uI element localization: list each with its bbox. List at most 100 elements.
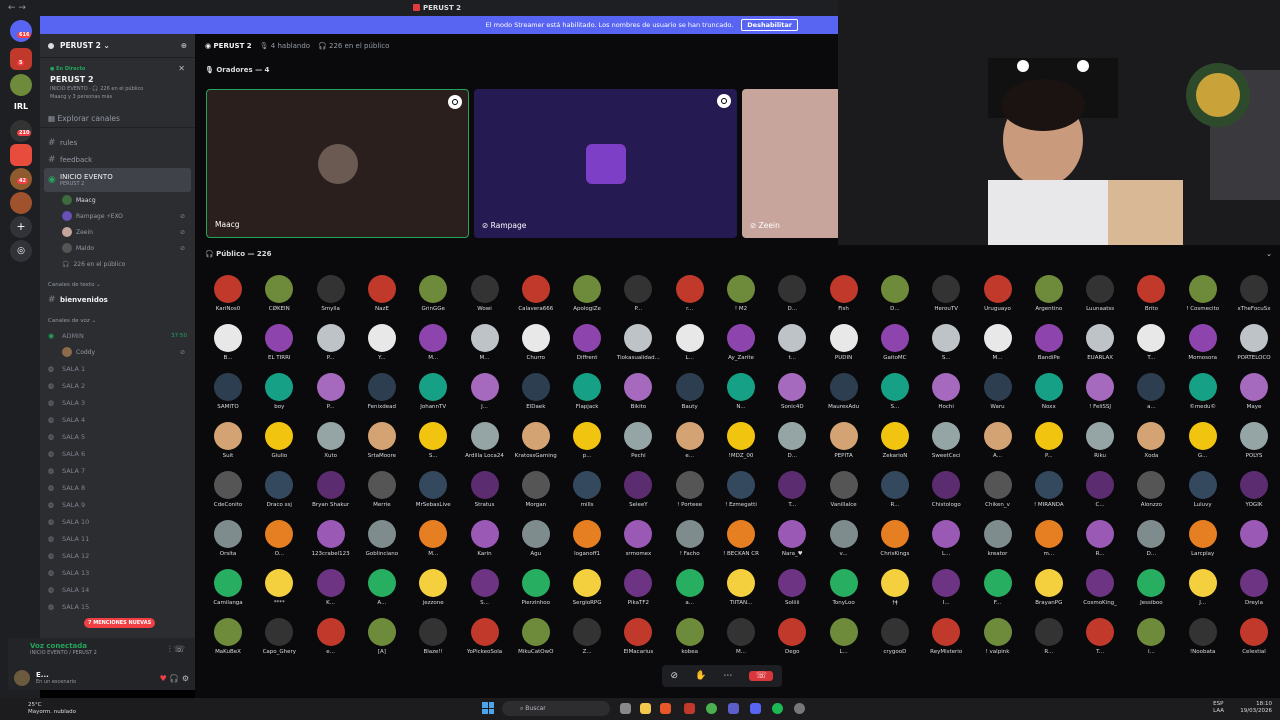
voice-channel-sala[interactable]: ◍ SALA 6	[40, 445, 195, 462]
audience-member[interactable]: Fish	[819, 275, 869, 312]
audience-member[interactable]: m...	[1024, 520, 1074, 557]
text-category[interactable]: Canales de texto ⌄	[40, 272, 195, 291]
audience-member[interactable]: N...	[716, 373, 766, 410]
brave-icon[interactable]	[660, 703, 671, 714]
audience-member[interactable]: Noxx	[1024, 373, 1074, 410]
speaker-tile[interactable]: Maacg	[206, 89, 469, 238]
audience-member[interactable]: ChrisKings	[870, 520, 920, 557]
language-indicator[interactable]: ESP LAA	[1213, 701, 1224, 715]
leave-icon[interactable]: ☏	[749, 671, 774, 681]
pin-icon[interactable]	[717, 94, 731, 108]
audience-member[interactable]: JohannTV	[408, 373, 458, 410]
audience-member[interactable]: J...	[1178, 569, 1228, 606]
audience-member[interactable]: PikaTF2	[613, 569, 663, 606]
audience-member[interactable]: e...	[665, 422, 715, 459]
audience-member[interactable]: SergioRPG	[562, 569, 612, 606]
pin-icon[interactable]	[448, 95, 462, 109]
audience-member[interactable]: ! Facho	[665, 520, 715, 557]
server-icon[interactable]	[10, 144, 32, 166]
app-icon[interactable]	[684, 703, 695, 714]
voice-channel-sala[interactable]: ◍ SALA 7	[40, 462, 195, 479]
spotify-icon[interactable]	[772, 703, 783, 714]
audience-member[interactable]: SeleeY	[613, 471, 663, 508]
server-icon[interactable]	[10, 74, 32, 96]
audience-member[interactable]: Nara_♥	[767, 520, 817, 557]
audience-member[interactable]: F...	[973, 569, 1023, 606]
audience-member[interactable]: Waru	[973, 373, 1023, 410]
speaker-tile[interactable]: ⊘ Rampage	[474, 89, 737, 238]
audience-member[interactable]: Sonic4D	[767, 373, 817, 410]
voice-channel-sala[interactable]: ◍ SALA 11	[40, 530, 195, 547]
stage-user[interactable]: Rampage ⚡EXO ⊘	[40, 208, 195, 224]
audience-member[interactable]	[1229, 520, 1279, 551]
audience-member[interactable]: M...	[973, 324, 1023, 361]
audience-member[interactable]: CØKEIN	[254, 275, 304, 312]
user-controls-icon[interactable]: ♥ 🎧 ⚙	[160, 674, 189, 683]
audience-member[interactable]: [A]	[357, 618, 407, 655]
audience-member[interactable]: KratossGaming	[511, 422, 561, 459]
audience-member[interactable]: Uruguayo	[973, 275, 1023, 312]
audience-member[interactable]: MaKuBeX	[203, 618, 253, 655]
audience-member[interactable]: mills	[562, 471, 612, 508]
voice-channel-sala[interactable]: ◍ SALA 5	[40, 428, 195, 445]
speaker-tile[interactable]: ⊘ Zeein	[742, 89, 838, 238]
audience-member[interactable]: ! BECKAN CR	[716, 520, 766, 557]
audience-member[interactable]: M...	[716, 618, 766, 655]
mute-icon[interactable]: ⊘	[671, 671, 679, 681]
voice-status[interactable]: Voz conectada	[16, 642, 187, 650]
audience-member[interactable]: PUDÍN	[819, 324, 869, 361]
audience-member[interactable]: ReyMisterio	[921, 618, 971, 655]
audience-member[interactable]: D...	[1126, 520, 1176, 557]
audience-member[interactable]: A...	[357, 569, 407, 606]
audience-member[interactable]: ©medu©	[1178, 373, 1228, 410]
audience-member[interactable]: Alonzzo	[1126, 471, 1176, 508]
close-icon[interactable]: ✕	[178, 64, 185, 73]
audience-member[interactable]: a...	[665, 569, 715, 606]
stage-channel-active[interactable]: ◉ INICIO EVENTO PERUST 2	[44, 168, 191, 192]
audience-member[interactable]: T...	[1075, 618, 1125, 655]
audience-member[interactable]: Bryan Shakur	[306, 471, 356, 508]
audience-member[interactable]: CdeConito	[203, 471, 253, 508]
audience-member[interactable]: r...	[665, 275, 715, 312]
audience-member[interactable]: NazE	[357, 275, 407, 312]
audience-member[interactable]: S...	[408, 422, 458, 459]
audience-member[interactable]: kreator	[973, 520, 1023, 557]
server-irl-icon[interactable]: IRL	[10, 96, 32, 118]
audience-member[interactable]: PEPITA	[819, 422, 869, 459]
audience-member[interactable]: Orsita	[203, 520, 253, 557]
audience-member[interactable]: Jessiboo	[1126, 569, 1176, 606]
audience-member[interactable]: I...	[921, 569, 971, 606]
audience-member[interactable]: ! Ezmegatti	[716, 471, 766, 508]
audience-member[interactable]: Smylla	[306, 275, 356, 312]
clock[interactable]: 18:10 19/03/2026	[1240, 701, 1272, 715]
audience-member[interactable]: CosmoKing_	[1075, 569, 1125, 606]
audience-member[interactable]: Pechi	[613, 422, 663, 459]
audience-member[interactable]: Momosora	[1178, 324, 1228, 361]
audience-member[interactable]: Larcplay	[1178, 520, 1228, 557]
audience-member[interactable]: v...	[819, 520, 869, 557]
voice-channel-sala[interactable]: ◍ SALA 13	[40, 564, 195, 581]
audience-member[interactable]: Churro	[511, 324, 561, 361]
audience-member[interactable]: I...	[1126, 618, 1176, 655]
audience-member[interactable]: Giulio	[254, 422, 304, 459]
audience-member[interactable]: 123crabel123	[306, 520, 356, 557]
voice-channel-sala[interactable]: ◍ SALA 15	[40, 598, 195, 615]
audience-member[interactable]: †ǂ	[870, 569, 920, 606]
audience-member[interactable]: S...	[870, 373, 920, 410]
audience-member[interactable]: Ardilla Loca24	[460, 422, 510, 459]
audience-member[interactable]: !Noobata	[1178, 618, 1228, 655]
audience-member[interactable]: ElMacarius	[613, 618, 663, 655]
audience-member[interactable]: Fenixdead	[357, 373, 407, 410]
audience-member[interactable]: POLYS	[1229, 422, 1279, 459]
voice-channel-sala[interactable]: ◍ SALA 14	[40, 581, 195, 598]
stage-audience[interactable]: 🎧 226 en el público	[40, 256, 195, 272]
audience-member[interactable]: KariÑos0	[203, 275, 253, 312]
audience-member[interactable]: srmomex	[613, 520, 663, 557]
audience-member[interactable]: Maye	[1229, 373, 1279, 410]
voice-channel-sala[interactable]: ◍ SALA 3	[40, 394, 195, 411]
task-view-icon[interactable]	[620, 703, 631, 714]
audience-member[interactable]: xTheFocuSx	[1229, 275, 1279, 312]
voice-channel-sala[interactable]: ◍ SALA 1	[40, 360, 195, 377]
audience-member[interactable]: C...	[1075, 471, 1125, 508]
audience-member[interactable]: Ay_Zarite	[716, 324, 766, 361]
